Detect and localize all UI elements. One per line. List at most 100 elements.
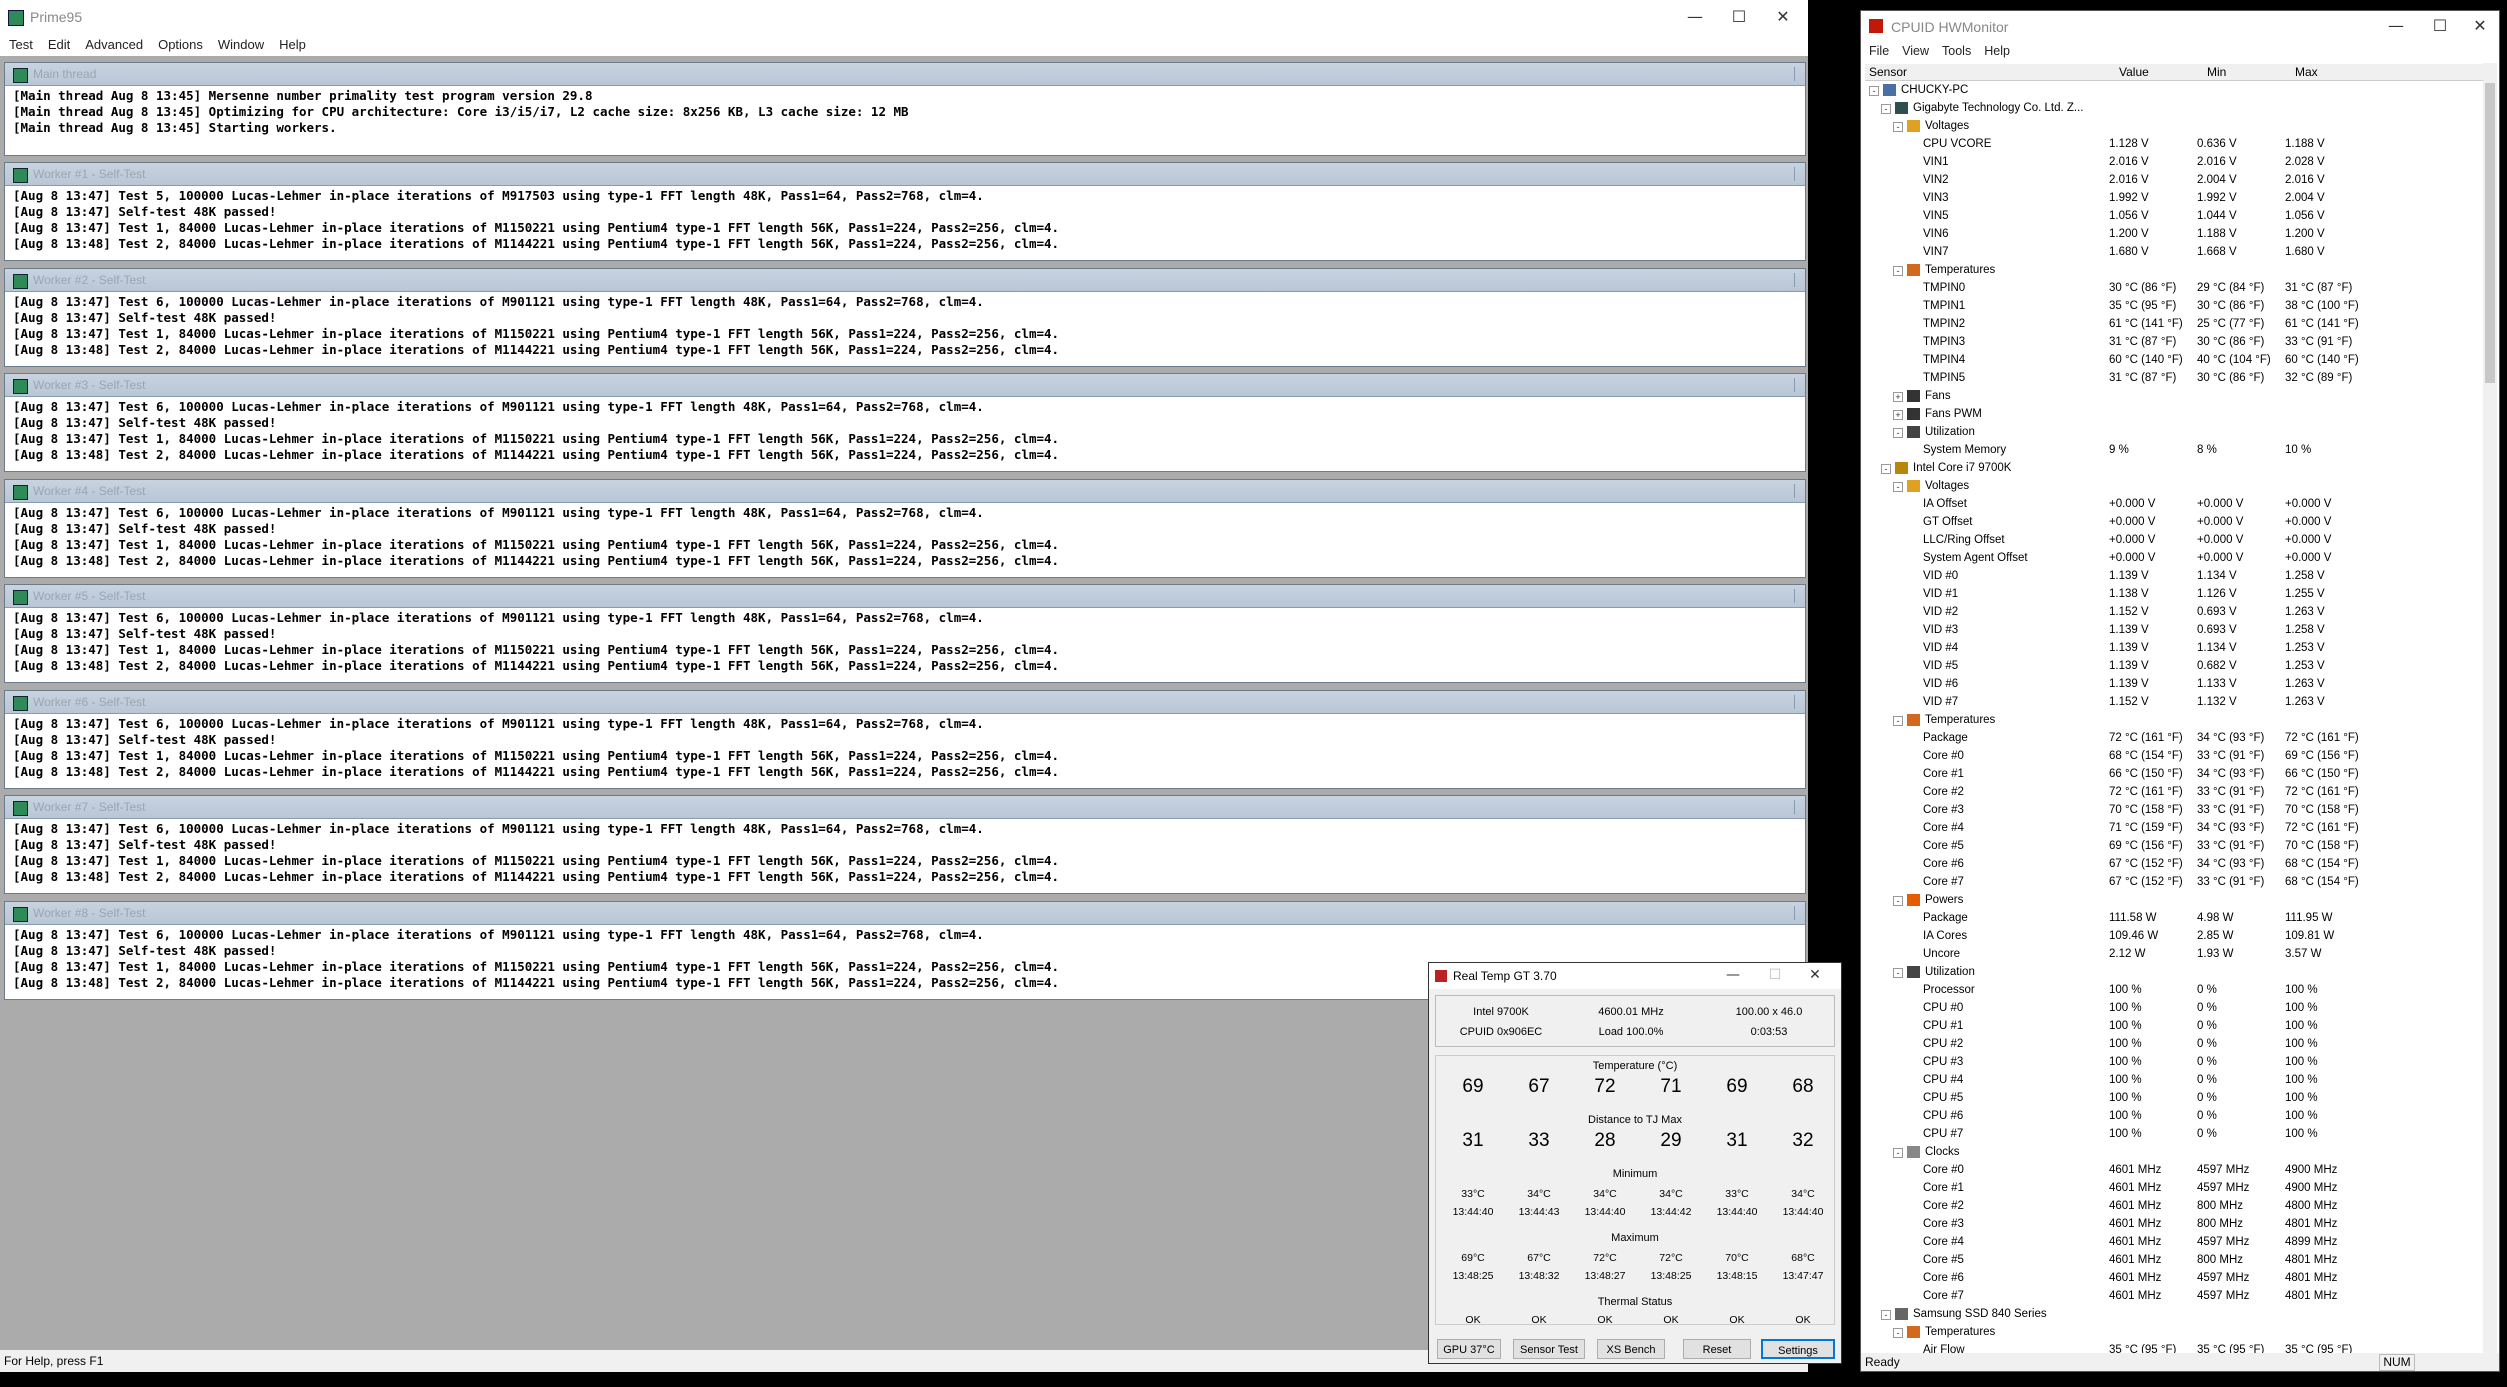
- sensor-row[interactable]: Core #6 4601 MHz 4597 MHz 4801 MHz: [1865, 1269, 2487, 1287]
- sensor-row[interactable]: TMPIN1 35 °C (95 °F) 30 °C (86 °F) 38 °C (1…: [1865, 297, 2487, 315]
- close-icon[interactable]: ✕: [1795, 963, 1835, 987]
- worker-window[interactable]: Worker #2 - Self-Test [Aug 8 13:47] Test …: [4, 267, 1806, 367]
- minimize-icon[interactable]: —: [2373, 13, 2419, 39]
- sensor-row[interactable]: LLC/Ring Offset +0.000 V +0.000 V +0.000 V: [1865, 531, 2487, 549]
- worker-header[interactable]: Worker #8 - Self-Test: [5, 901, 1805, 925]
- menu-file[interactable]: File: [1861, 41, 1894, 58]
- sensor-tree[interactable]: - CHUCKY-PC - Gigabyte Technology Co. Ltd. …: [1865, 81, 2487, 1353]
- sensor-row[interactable]: VID #7 1.152 V 1.132 V 1.263 V: [1865, 693, 2487, 711]
- sensor-row[interactable]: System Memory 9 % 8 % 10 %: [1865, 441, 2487, 459]
- close-icon[interactable]: ✕: [1760, 4, 1806, 30]
- collapse-icon[interactable]: -: [1881, 104, 1891, 114]
- sensor-group-row[interactable]: - Gigabyte Technology Co. Ltd. Z...: [1865, 99, 2487, 117]
- sensor-row[interactable]: VIN7 1.680 V 1.668 V 1.680 V: [1865, 243, 2487, 261]
- sensor-row[interactable]: Uncore 2.12 W 1.93 W 3.57 W: [1865, 945, 2487, 963]
- sensor-row[interactable]: Core #7 4601 MHz 4597 MHz 4801 MHz: [1865, 1287, 2487, 1305]
- menu-tools[interactable]: Tools: [1934, 41, 1976, 58]
- sensor-row[interactable]: GT Offset +0.000 V +0.000 V +0.000 V: [1865, 513, 2487, 531]
- sensor-row[interactable]: CPU #5 100 % 0 % 100 %: [1865, 1089, 2487, 1107]
- worker-window[interactable]: Worker #3 - Self-Test [Aug 8 13:47] Test …: [4, 373, 1806, 472]
- gpu-temp-button[interactable]: GPU 37°C: [1437, 1339, 1501, 1359]
- worker-window[interactable]: Worker #7 - Self-Test [Aug 8 13:47] Test …: [4, 795, 1806, 894]
- collapse-icon[interactable]: -: [1893, 428, 1903, 438]
- sensor-row[interactable]: CPU #6 100 % 0 % 100 %: [1865, 1107, 2487, 1125]
- sensor-row[interactable]: VID #2 1.152 V 0.693 V 1.263 V: [1865, 603, 2487, 621]
- menu-advanced[interactable]: Advanced: [76, 34, 149, 52]
- settings-button[interactable]: Settings: [1761, 1339, 1835, 1359]
- sensor-row[interactable]: TMPIN5 31 °C (87 °F) 30 °C (86 °F) 32 °C (8…: [1865, 369, 2487, 387]
- collapse-icon[interactable]: -: [1881, 464, 1891, 474]
- scrollbar-thumb[interactable]: [2485, 83, 2495, 383]
- worker-header[interactable]: Worker #1 - Self-Test: [5, 163, 1805, 186]
- worker-window[interactable]: Worker #1 - Self-Test [Aug 8 13:47] Test …: [4, 162, 1806, 261]
- expand-icon[interactable]: +: [1893, 410, 1903, 420]
- sensor-group-row[interactable]: - Utilization: [1865, 963, 2487, 981]
- worker-window[interactable]: Worker #6 - Self-Test [Aug 8 13:47] Test …: [4, 689, 1806, 789]
- sensor-row[interactable]: VID #4 1.139 V 1.134 V 1.253 V: [1865, 639, 2487, 657]
- column-sensor[interactable]: Sensor: [1869, 65, 1907, 79]
- collapse-icon[interactable]: -: [1893, 266, 1903, 276]
- sensor-row[interactable]: Core #4 71 °C (159 °F) 34 °C (93 °F) 72 °C …: [1865, 819, 2487, 837]
- column-max[interactable]: Max: [2295, 65, 2318, 79]
- sensor-group-row[interactable]: - Samsung SSD 840 Series: [1865, 1305, 2487, 1323]
- menu-options[interactable]: Options: [149, 34, 209, 52]
- worker-header[interactable]: Worker #7 - Self-Test: [5, 796, 1805, 819]
- sensor-group-row[interactable]: - CHUCKY-PC: [1865, 81, 2487, 99]
- collapse-icon[interactable]: -: [1893, 482, 1903, 492]
- worker-header[interactable]: Worker #6 - Self-Test: [5, 690, 1805, 714]
- collapse-icon[interactable]: -: [1893, 896, 1903, 906]
- sensor-row[interactable]: VID #3 1.139 V 0.693 V 1.258 V: [1865, 621, 2487, 639]
- menu-view[interactable]: View: [1894, 41, 1934, 58]
- expand-icon[interactable]: +: [1893, 392, 1903, 402]
- sensor-row[interactable]: VIN3 1.992 V 1.992 V 2.004 V: [1865, 189, 2487, 207]
- sensor-row[interactable]: Package 111.58 W 4.98 W 111.95 W: [1865, 909, 2487, 927]
- sensor-row[interactable]: VID #5 1.139 V 0.682 V 1.253 V: [1865, 657, 2487, 675]
- sensor-row[interactable]: Core #0 68 °C (154 °F) 33 °C (91 °F) 69 °C …: [1865, 747, 2487, 765]
- vertical-scrollbar[interactable]: [2483, 63, 2497, 1355]
- sensor-row[interactable]: TMPIN2 61 °C (141 °F) 25 °C (77 °F) 61 °C (…: [1865, 315, 2487, 333]
- reset-button[interactable]: Reset: [1683, 1339, 1751, 1359]
- sensor-row[interactable]: CPU #4 100 % 0 % 100 %: [1865, 1071, 2487, 1089]
- worker-header[interactable]: Worker #4 - Self-Test: [5, 479, 1805, 503]
- collapse-icon[interactable]: -: [1893, 716, 1903, 726]
- sensor-group-row[interactable]: - Utilization: [1865, 423, 2487, 441]
- sensor-row[interactable]: CPU #0 100 % 0 % 100 %: [1865, 999, 2487, 1017]
- sensor-row[interactable]: TMPIN4 60 °C (140 °F) 40 °C (104 °F) 60 °C …: [1865, 351, 2487, 369]
- sensor-row[interactable]: VIN5 1.056 V 1.044 V 1.056 V: [1865, 207, 2487, 225]
- sensor-row[interactable]: Core #0 4601 MHz 4597 MHz 4900 MHz: [1865, 1161, 2487, 1179]
- sensor-row[interactable]: Core #3 4601 MHz 800 MHz 4801 MHz: [1865, 1215, 2487, 1233]
- sensor-row[interactable]: Core #4 4601 MHz 4597 MHz 4899 MHz: [1865, 1233, 2487, 1251]
- collapse-icon[interactable]: -: [1893, 968, 1903, 978]
- collapse-icon[interactable]: -: [1869, 86, 1879, 96]
- sensor-row[interactable]: Core #2 72 °C (161 °F) 33 °C (91 °F) 72 °C …: [1865, 783, 2487, 801]
- sensor-row[interactable]: IA Offset +0.000 V +0.000 V +0.000 V: [1865, 495, 2487, 513]
- sensor-group-row[interactable]: - Temperatures: [1865, 711, 2487, 729]
- sensor-row[interactable]: Package 72 °C (161 °F) 34 °C (93 °F) 72 °C …: [1865, 729, 2487, 747]
- sensor-row[interactable]: VID #1 1.138 V 1.126 V 1.255 V: [1865, 585, 2487, 603]
- minimize-icon[interactable]: —: [1713, 963, 1753, 987]
- sensor-row[interactable]: Core #5 69 °C (156 °F) 33 °C (91 °F) 70 °C …: [1865, 837, 2487, 855]
- sensor-row[interactable]: CPU #1 100 % 0 % 100 %: [1865, 1017, 2487, 1035]
- sensor-row[interactable]: TMPIN3 31 °C (87 °F) 30 °C (86 °F) 33 °C (9…: [1865, 333, 2487, 351]
- close-icon[interactable]: ✕: [2457, 13, 2503, 39]
- worker-header[interactable]: Worker #2 - Self-Test: [5, 268, 1805, 292]
- worker-window[interactable]: Worker #5 - Self-Test [Aug 8 13:47] Test …: [4, 584, 1806, 683]
- sensor-row[interactable]: Core #6 67 °C (152 °F) 34 °C (93 °F) 68 °C …: [1865, 855, 2487, 873]
- sensor-group-row[interactable]: - Temperatures: [1865, 261, 2487, 279]
- sensor-row[interactable]: Core #7 67 °C (152 °F) 33 °C (91 °F) 68 °C …: [1865, 873, 2487, 891]
- sensor-group-row[interactable]: - Temperatures: [1865, 1323, 2487, 1341]
- sensor-group-row[interactable]: - Voltages: [1865, 117, 2487, 135]
- sensor-group-row[interactable]: - Clocks: [1865, 1143, 2487, 1161]
- sensor-row[interactable]: VIN2 2.016 V 2.004 V 2.016 V: [1865, 171, 2487, 189]
- sensor-row[interactable]: Core #3 70 °C (158 °F) 33 °C (91 °F) 70 °C …: [1865, 801, 2487, 819]
- worker-header[interactable]: Worker #3 - Self-Test: [5, 374, 1805, 397]
- sensor-group-row[interactable]: - Powers: [1865, 891, 2487, 909]
- sensor-row[interactable]: Core #1 66 °C (150 °F) 34 °C (93 °F) 66 °C …: [1865, 765, 2487, 783]
- collapse-icon[interactable]: -: [1893, 122, 1903, 132]
- sensor-row[interactable]: CPU VCORE 1.128 V 0.636 V 1.188 V: [1865, 135, 2487, 153]
- sensor-group-row[interactable]: + Fans: [1865, 387, 2487, 405]
- sensor-row[interactable]: VID #6 1.139 V 1.133 V 1.263 V: [1865, 675, 2487, 693]
- worker-window[interactable]: Worker #4 - Self-Test [Aug 8 13:47] Test …: [4, 478, 1806, 578]
- main-thread-header[interactable]: Main thread: [5, 63, 1805, 86]
- worker-header[interactable]: Worker #5 - Self-Test: [5, 585, 1805, 608]
